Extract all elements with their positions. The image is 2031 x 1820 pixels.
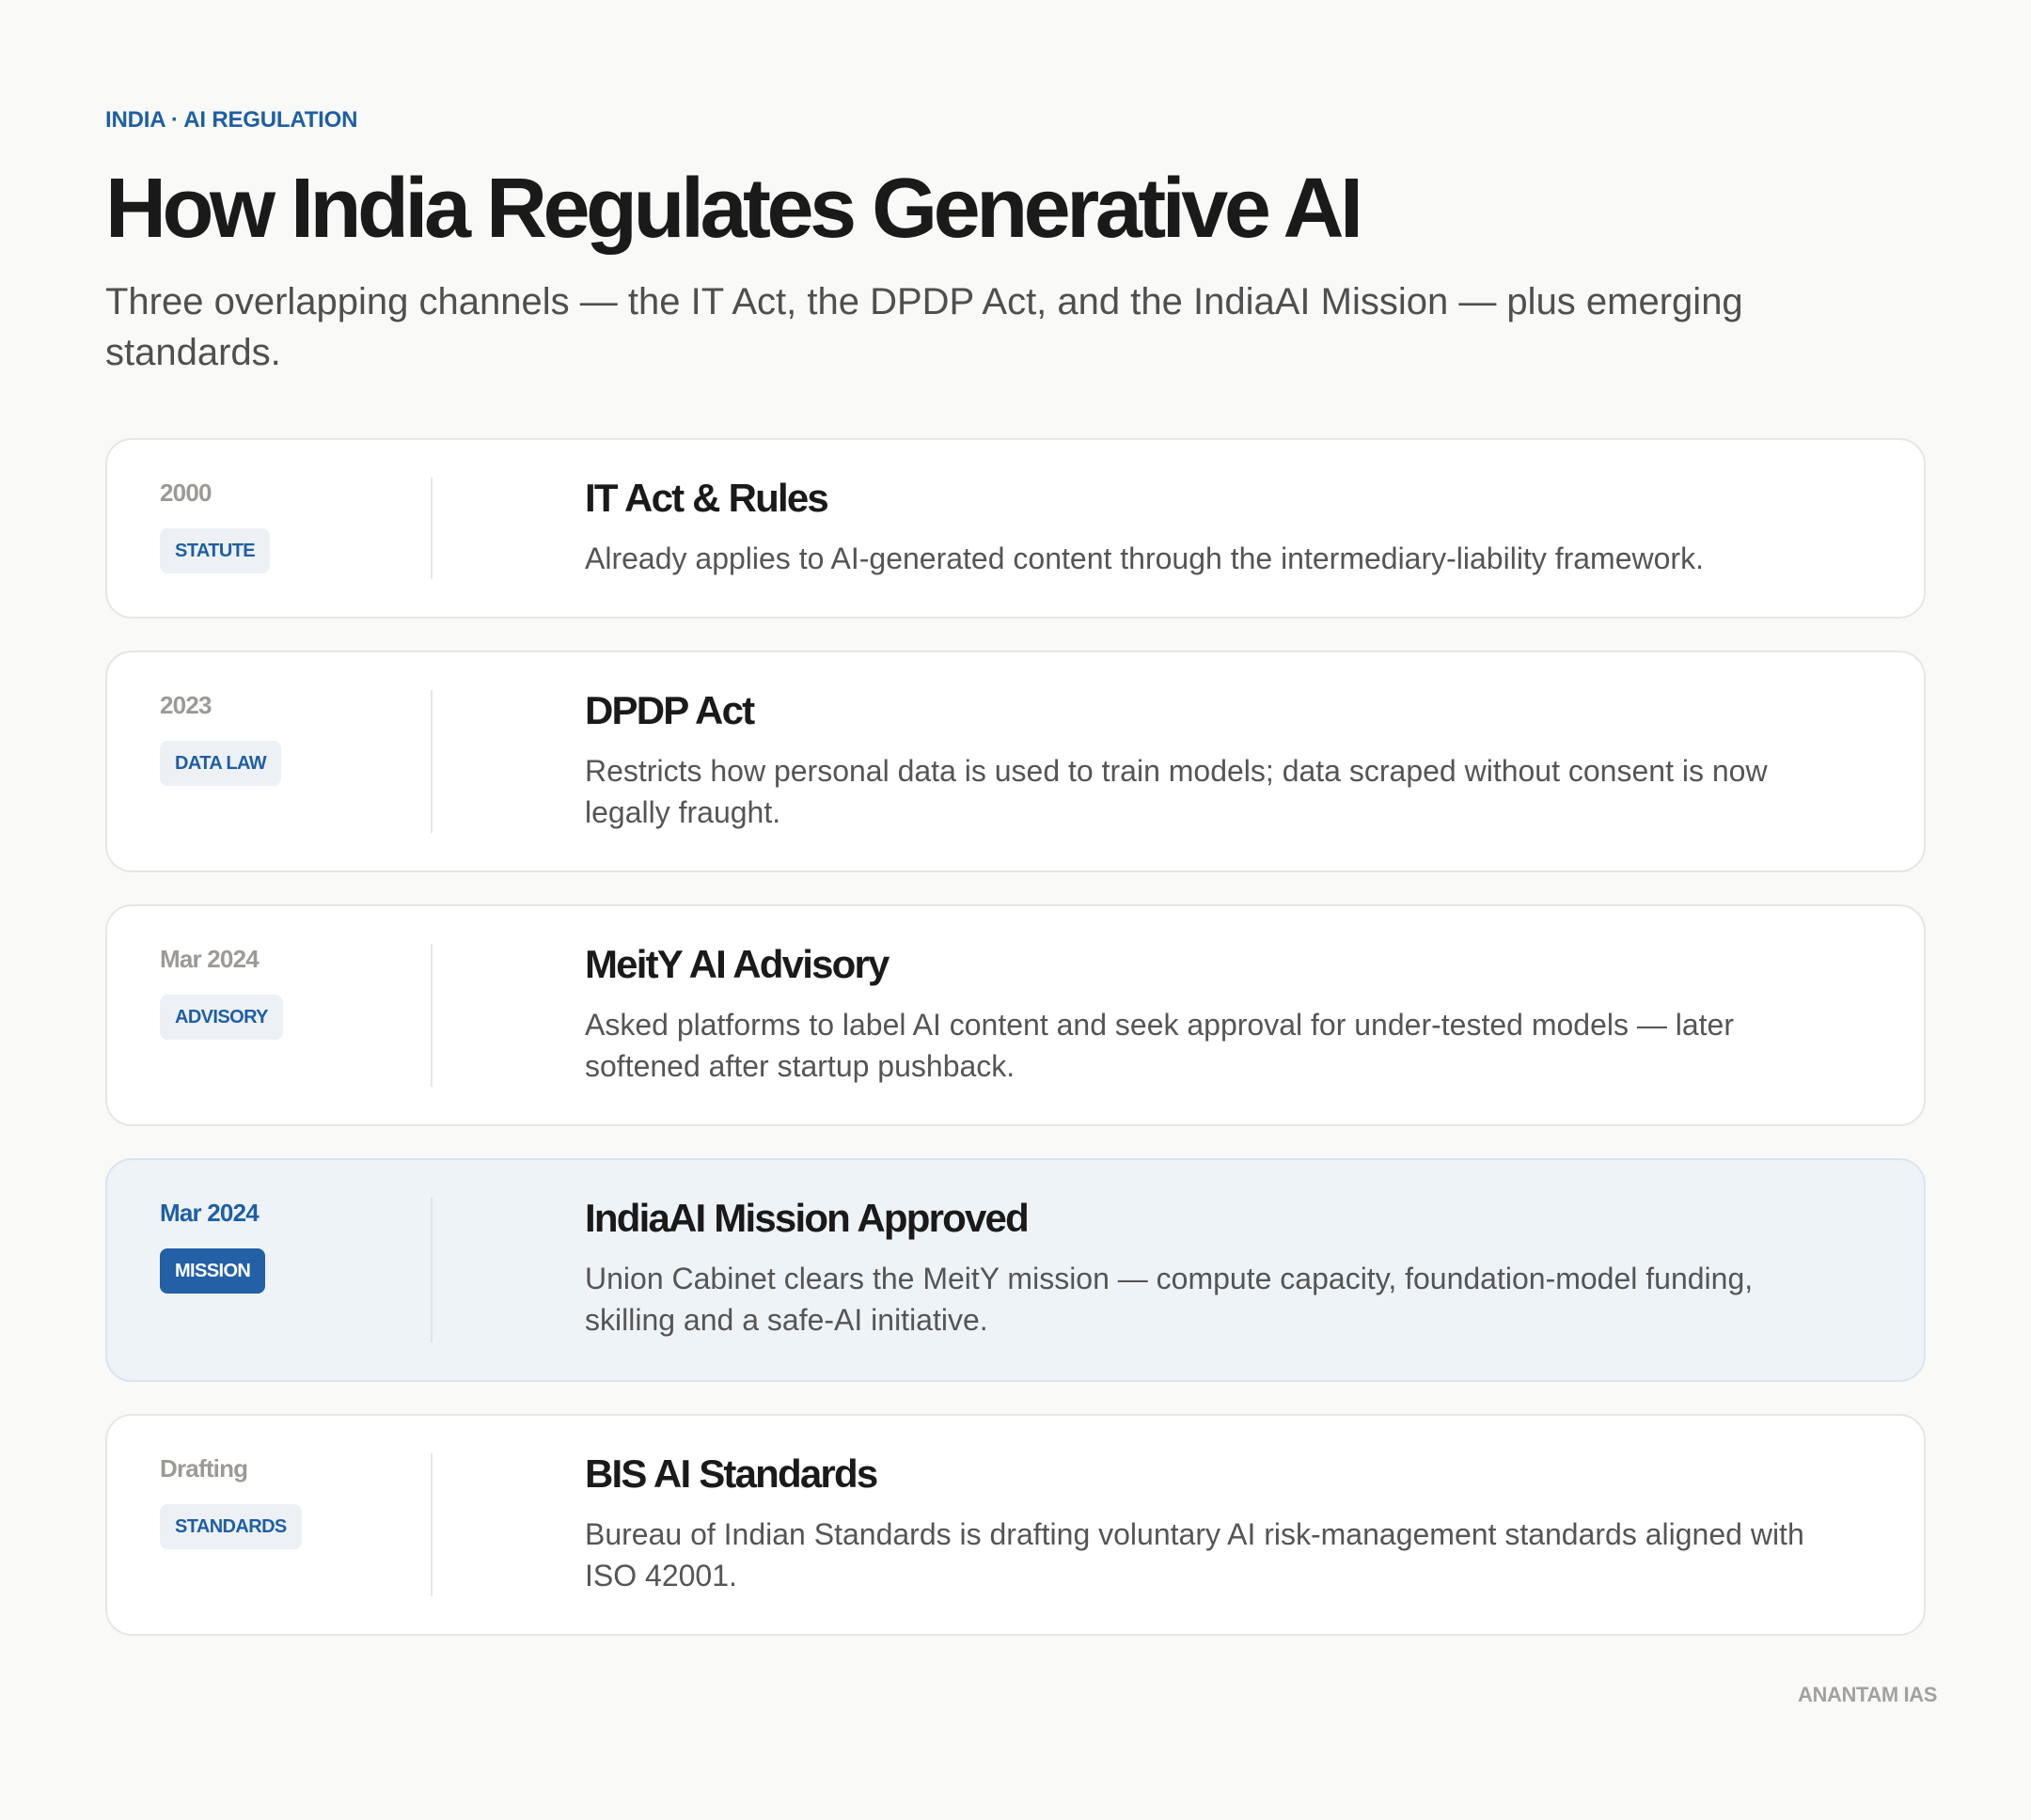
timeline-card-meity-advisory: Mar 2024 ADVISORY MeitY AI Advisory Aske…	[105, 904, 1926, 1126]
card-description: Restricts how personal data is used to t…	[585, 754, 1768, 829]
page: INDIA · AI REGULATION How India Regulate…	[105, 105, 1926, 378]
card-meta: Mar 2024 MISSION	[107, 1160, 369, 1294]
page-title: How India Regulates Generative AI	[105, 162, 1363, 256]
card-date: Mar 2024	[160, 945, 260, 973]
card-divider	[431, 944, 433, 1087]
card-description: Already applies to AI-generated content …	[585, 541, 1704, 575]
card-meta: Drafting STANDARDS	[107, 1416, 369, 1549]
card-description: Union Cabinet clears the MeitY mission —…	[585, 1262, 1754, 1337]
page-subtitle: Three overlapping channels — the IT Act,…	[105, 281, 1743, 373]
timeline-card-bis-standards: Drafting STANDARDS BIS AI Standards Bure…	[105, 1414, 1926, 1636]
card-title: IndiaAI Mission Approved	[585, 1196, 1030, 1240]
card-body: DPDP Act Restricts how personal data is …	[585, 652, 1924, 874]
card-divider	[431, 1198, 433, 1342]
card-date: 2000	[160, 479, 212, 507]
card-body: IndiaAI Mission Approved Union Cabinet c…	[585, 1160, 1924, 1382]
card-description: Bureau of Indian Standards is drafting v…	[585, 1517, 1804, 1592]
card-description: Asked platforms to label AI content and …	[585, 1008, 1734, 1083]
eyebrow-label: INDIA · AI REGULATION	[105, 107, 358, 133]
card-meta: 2023 DATA LAW	[107, 652, 369, 786]
card-badge: STATUTE	[160, 528, 271, 573]
card-title: IT Act & Rules	[585, 476, 829, 520]
footer-brand: ANANTAM IAS	[1798, 1683, 1937, 1706]
card-divider	[431, 1453, 433, 1596]
card-badge: MISSION	[160, 1248, 266, 1294]
timeline-card-indiaai-mission: Mar 2024 MISSION IndiaAI Mission Approve…	[105, 1158, 1926, 1382]
card-badge: ADVISORY	[160, 995, 283, 1040]
card-divider	[431, 690, 433, 833]
card-badge: STANDARDS	[160, 1504, 302, 1549]
card-divider	[431, 478, 433, 579]
card-body: IT Act & Rules Already applies to AI-gen…	[585, 440, 1924, 620]
card-date: 2023	[160, 691, 212, 719]
card-meta: 2000 STATUTE	[107, 440, 369, 573]
timeline-card-dpdp-act: 2023 DATA LAW DPDP Act Restricts how per…	[105, 651, 1926, 872]
card-body: MeitY AI Advisory Asked platforms to lab…	[585, 906, 1924, 1128]
card-title: MeitY AI Advisory	[585, 942, 890, 986]
card-badge: DATA LAW	[160, 741, 282, 786]
card-body: BIS AI Standards Bureau of Indian Standa…	[585, 1416, 1924, 1638]
card-title: DPDP Act	[585, 688, 755, 732]
timeline-list: 2000 STATUTE IT Act & Rules Already appl…	[105, 438, 1926, 1668]
card-meta: Mar 2024 ADVISORY	[107, 906, 369, 1040]
timeline-card-it-act: 2000 STATUTE IT Act & Rules Already appl…	[105, 438, 1926, 619]
card-date: Drafting	[160, 1454, 248, 1483]
card-date: Mar 2024	[160, 1199, 260, 1227]
card-title: BIS AI Standards	[585, 1451, 878, 1496]
